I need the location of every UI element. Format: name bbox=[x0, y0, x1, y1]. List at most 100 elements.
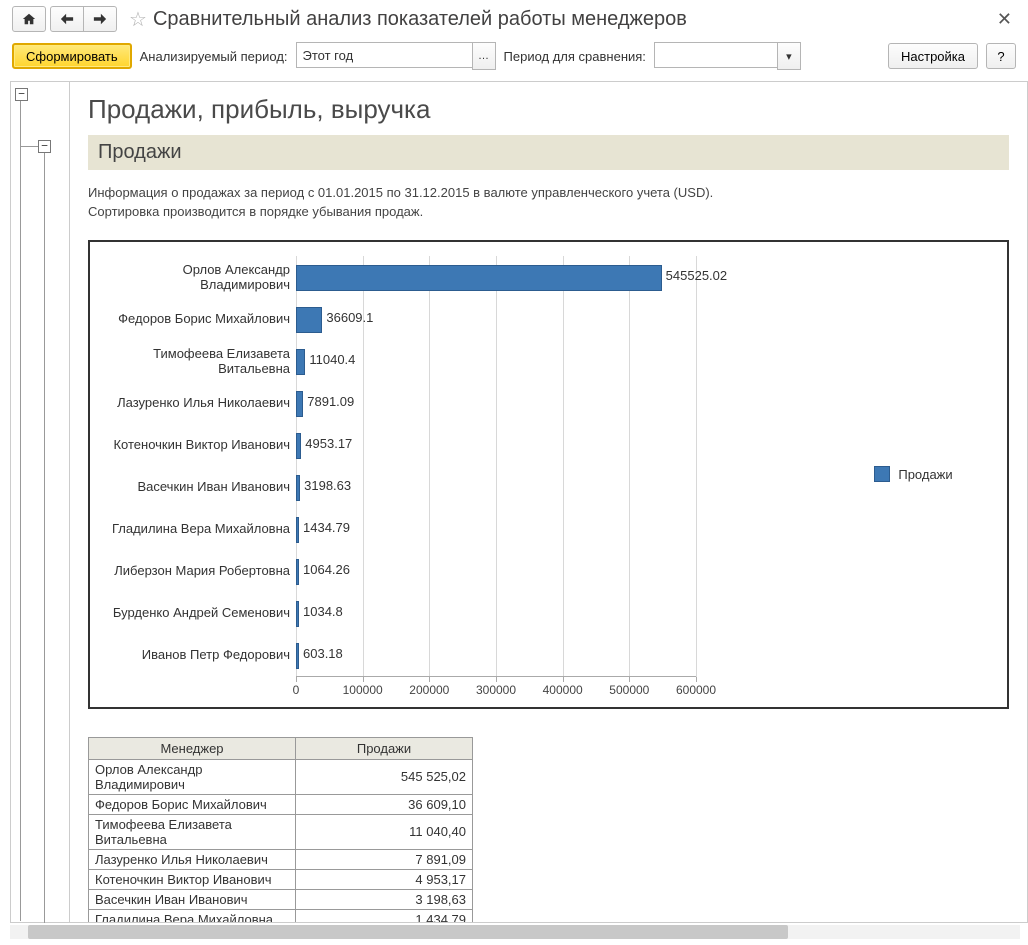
chart-bar-label: Гладилина Вера Михайловна bbox=[100, 521, 296, 536]
chart-bar-value: 1064.26 bbox=[303, 562, 350, 577]
compare-label: Период для сравнения: bbox=[504, 49, 646, 64]
chart-bar-value: 4953.17 bbox=[305, 436, 352, 451]
chart-bar-row: Лазуренко Илья Николаевич 7891.09 bbox=[100, 382, 810, 424]
arrow-right-icon bbox=[93, 13, 107, 25]
sales-table: МенеджерПродажи Орлов Александр Владимир… bbox=[88, 737, 473, 923]
settings-button[interactable]: Настройка bbox=[888, 43, 978, 69]
period-picker-button[interactable]: … bbox=[472, 42, 496, 70]
chart-bar bbox=[296, 517, 299, 543]
table-row: Тимофеева Елизавета Витальевна11 040,40 bbox=[89, 814, 473, 849]
table-cell-name: Лазуренко Илья Николаевич bbox=[89, 849, 296, 869]
help-button[interactable]: ? bbox=[986, 43, 1016, 69]
period-input[interactable]: Этот год bbox=[296, 42, 472, 68]
chart-bar-value: 36609.1 bbox=[326, 310, 373, 325]
forward-button[interactable] bbox=[84, 6, 117, 32]
home-icon bbox=[22, 12, 36, 26]
favorite-star-icon[interactable]: ☆ bbox=[129, 7, 147, 32]
chart-bar-label: Васечкин Иван Иванович bbox=[100, 479, 296, 494]
close-icon: ✕ bbox=[997, 9, 1012, 29]
chart-bar bbox=[296, 433, 301, 459]
chart-bar bbox=[296, 601, 299, 627]
chart-plot: Орлов Александр Владимирович 545525.02 Фед… bbox=[90, 242, 820, 707]
axis-tick-label: 500000 bbox=[609, 683, 649, 697]
window-title: Сравнительный анализ показателей работы … bbox=[153, 8, 989, 31]
generate-button[interactable]: Сформировать bbox=[12, 43, 132, 69]
arrow-left-icon bbox=[60, 13, 74, 25]
chart-bar-value: 603.18 bbox=[303, 646, 343, 661]
close-button[interactable]: ✕ bbox=[989, 9, 1020, 30]
chart-bar-value: 3198.63 bbox=[304, 478, 351, 493]
chart-bar-label: Федоров Борис Михайлович bbox=[100, 311, 296, 326]
table-header: Продажи bbox=[296, 737, 473, 759]
table-row: Лазуренко Илья Николаевич7 891,09 bbox=[89, 849, 473, 869]
table-cell-value: 1 434,79 bbox=[296, 909, 473, 923]
sales-chart: Орлов Александр Владимирович 545525.02 Фед… bbox=[88, 240, 1009, 709]
chart-bar-label: Иванов Петр Федорович bbox=[100, 647, 296, 662]
back-button[interactable] bbox=[50, 6, 84, 32]
tree-collapse-node[interactable]: − bbox=[15, 88, 28, 101]
chart-x-axis: 0100000200000300000400000500000600000 bbox=[296, 676, 696, 701]
compare-dropdown-button[interactable]: ▾ bbox=[777, 42, 801, 70]
report-heading: Продажи, прибыль, выручка bbox=[88, 94, 1009, 125]
chart-bar-row: Бурденко Андрей Семенович 1034.8 bbox=[100, 592, 810, 634]
table-cell-value: 7 891,09 bbox=[296, 849, 473, 869]
tree-collapse-node[interactable]: − bbox=[38, 140, 51, 153]
chart-bar-row: Федоров Борис Михайлович 36609.1 bbox=[100, 298, 810, 340]
table-row: Гладилина Вера Михайловна1 434,79 bbox=[89, 909, 473, 923]
chart-bar-row: Орлов Александр Владимирович 545525.02 bbox=[100, 256, 810, 298]
chart-bar-label: Бурденко Андрей Семенович bbox=[100, 605, 296, 620]
legend-label: Продажи bbox=[898, 467, 952, 482]
table-cell-name: Котеночкин Виктор Иванович bbox=[89, 869, 296, 889]
chart-bar-value: 7891.09 bbox=[307, 394, 354, 409]
chart-bar bbox=[296, 307, 322, 333]
report-area[interactable]: Продажи, прибыль, выручка Продажи Информ… bbox=[69, 81, 1028, 923]
horizontal-scrollbar[interactable] bbox=[10, 925, 1020, 939]
table-cell-value: 36 609,10 bbox=[296, 794, 473, 814]
home-button[interactable] bbox=[12, 6, 46, 32]
axis-tick-label: 0 bbox=[293, 683, 300, 697]
chart-bar-row: Гладилина Вера Михайловна 1434.79 bbox=[100, 508, 810, 550]
axis-tick-label: 600000 bbox=[676, 683, 716, 697]
report-info: Информация о продажах за период с 01.01.… bbox=[88, 184, 1009, 222]
chart-bar bbox=[296, 349, 305, 375]
table-cell-value: 4 953,17 bbox=[296, 869, 473, 889]
chart-bar-label: Котеночкин Виктор Иванович bbox=[100, 437, 296, 452]
period-label: Анализируемый период: bbox=[140, 49, 288, 64]
chevron-down-icon: ▾ bbox=[786, 50, 792, 63]
ellipsis-icon: … bbox=[478, 50, 489, 62]
chart-bar-value: 545525.02 bbox=[666, 268, 727, 283]
table-cell-name: Васечкин Иван Иванович bbox=[89, 889, 296, 909]
axis-tick-label: 300000 bbox=[476, 683, 516, 697]
scrollbar-thumb[interactable] bbox=[28, 925, 788, 939]
legend-swatch bbox=[874, 466, 890, 482]
chart-bar-label: Орлов Александр Владимирович bbox=[100, 262, 296, 292]
chart-bar bbox=[296, 559, 299, 585]
table-row: Федоров Борис Михайлович36 609,10 bbox=[89, 794, 473, 814]
chart-bar-row: Котеночкин Виктор Иванович 4953.17 bbox=[100, 424, 810, 466]
outline-gutter: − − bbox=[10, 81, 69, 923]
compare-input[interactable] bbox=[654, 42, 777, 68]
table-cell-value: 545 525,02 bbox=[296, 759, 473, 794]
chart-bar-value: 1034.8 bbox=[303, 604, 343, 619]
table-cell-value: 3 198,63 bbox=[296, 889, 473, 909]
chart-bar-row: Либерзон Мария Робертовна 1064.26 bbox=[100, 550, 810, 592]
axis-tick-label: 200000 bbox=[409, 683, 449, 697]
axis-tick-label: 400000 bbox=[543, 683, 583, 697]
chart-bar-label: Лазуренко Илья Николаевич bbox=[100, 395, 296, 410]
chart-bar-label: Тимофеева Елизавета Витальевна bbox=[100, 346, 296, 376]
table-row: Орлов Александр Владимирович545 525,02 bbox=[89, 759, 473, 794]
table-row: Котеночкин Виктор Иванович4 953,17 bbox=[89, 869, 473, 889]
chart-bar-row: Васечкин Иван Иванович 3198.63 bbox=[100, 466, 810, 508]
chart-bar-row: Иванов Петр Федорович 603.18 bbox=[100, 634, 810, 676]
chart-bar bbox=[296, 475, 300, 501]
table-header: Менеджер bbox=[89, 737, 296, 759]
section-heading: Продажи bbox=[88, 135, 1009, 170]
table-cell-value: 11 040,40 bbox=[296, 814, 473, 849]
chart-bar bbox=[296, 643, 299, 669]
chart-bar-label: Либерзон Мария Робертовна bbox=[100, 563, 296, 578]
table-cell-name: Тимофеева Елизавета Витальевна bbox=[89, 814, 296, 849]
chart-bar-value: 1434.79 bbox=[303, 520, 350, 535]
table-row: Васечкин Иван Иванович3 198,63 bbox=[89, 889, 473, 909]
chart-bar bbox=[296, 265, 662, 291]
table-cell-name: Гладилина Вера Михайловна bbox=[89, 909, 296, 923]
